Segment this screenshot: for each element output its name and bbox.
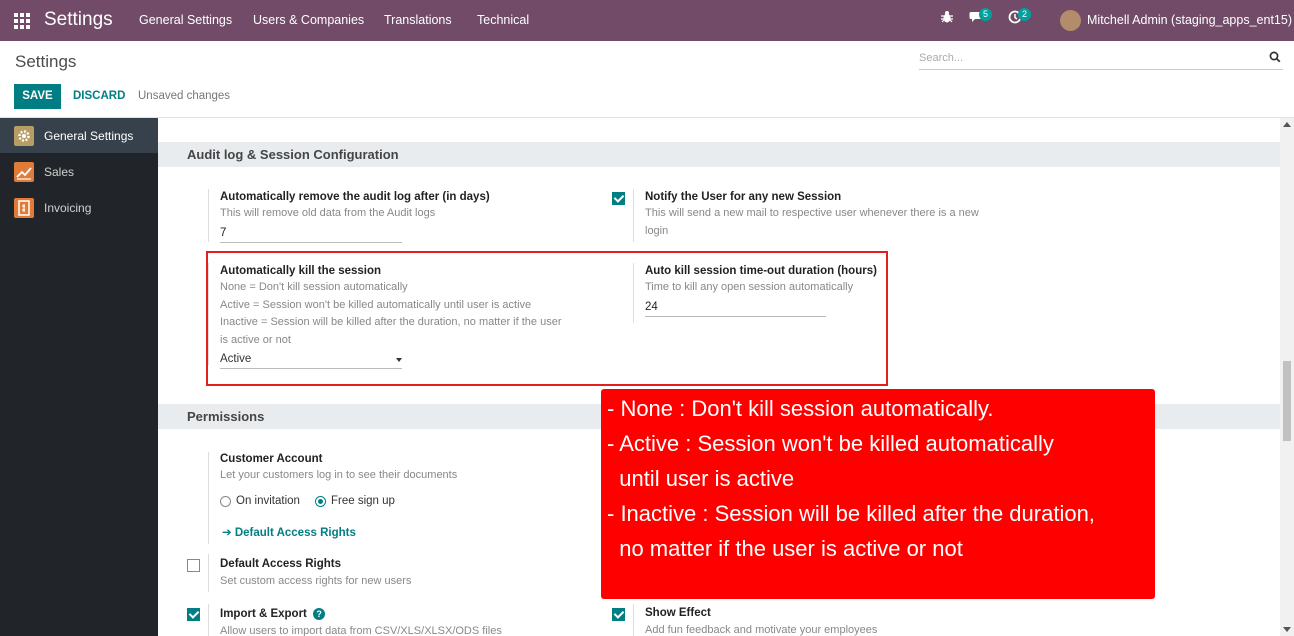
menu-translations[interactable]: Translations xyxy=(384,13,452,27)
setting-description: Set custom access rights for new users xyxy=(220,575,412,587)
divider xyxy=(633,604,634,636)
messages-badge: 5 xyxy=(979,8,993,21)
divider xyxy=(208,189,209,242)
setting-title: Auto kill session time-out duration (hou… xyxy=(645,265,877,277)
chevron-down-icon xyxy=(396,358,402,362)
content-scrollbar[interactable] xyxy=(1280,118,1294,636)
setting-title: Automatically kill the session xyxy=(220,265,382,277)
setting-description: Inactive = Session will be killed after … xyxy=(220,316,562,328)
setting-description: login xyxy=(645,225,669,237)
setting-title: Automatically remove the audit log after… xyxy=(220,191,490,203)
radio-on-invitation[interactable] xyxy=(220,496,231,507)
callout-line: no matter if the user is active or not xyxy=(607,536,963,561)
setting-description: is active or not xyxy=(220,334,291,346)
menu-technical[interactable]: Technical xyxy=(477,13,529,27)
user-avatar[interactable] xyxy=(1060,10,1081,31)
kill-session-selected-value: Active xyxy=(220,353,252,365)
scroll-up-arrow-icon[interactable] xyxy=(1283,122,1291,127)
annotation-callout: - None : Don't kill session automaticall… xyxy=(601,389,1155,599)
setting-description: Active = Session won't be killed automat… xyxy=(220,299,532,311)
divider xyxy=(633,263,634,323)
divider xyxy=(633,189,634,242)
divider xyxy=(208,554,209,592)
setting-description: Add fun feedback and motivate your emplo… xyxy=(645,624,878,636)
scroll-down-arrow-icon[interactable] xyxy=(1283,627,1291,632)
radio-free-signup[interactable] xyxy=(315,496,326,507)
arrow-right-icon: ➔ xyxy=(222,527,232,539)
import-export-checkbox[interactable] xyxy=(187,608,200,621)
search-input[interactable] xyxy=(919,48,1259,68)
save-button[interactable]: SAVE xyxy=(14,84,61,109)
search-icon[interactable] xyxy=(1269,51,1281,63)
setting-description: Let your customers log in to see their d… xyxy=(220,469,458,481)
setting-description: None = Don't kill session automatically xyxy=(220,281,408,293)
setting-description: This will remove old data from the Audit… xyxy=(220,207,436,219)
user-menu[interactable]: Mitchell Admin (staging_apps_ent15) xyxy=(1087,13,1292,27)
section-title: Audit log & Session Configuration xyxy=(187,147,399,162)
activities-icon[interactable]: 2 xyxy=(1008,8,1032,27)
default-access-checkbox[interactable] xyxy=(187,559,200,572)
sidebar-item-label: Invoicing xyxy=(44,201,92,215)
setting-description: Allow users to import data from CSV/XLS/… xyxy=(220,625,502,636)
setting-description: Time to kill any open session automatica… xyxy=(645,281,854,293)
invoice-icon xyxy=(14,198,34,218)
scrollbar-thumb[interactable] xyxy=(1283,361,1291,441)
divider xyxy=(208,452,209,544)
radio-label: Free sign up xyxy=(331,495,395,507)
activities-badge: 2 xyxy=(1018,8,1032,21)
messages-icon[interactable]: 5 xyxy=(969,8,993,27)
callout-line: - Inactive : Session will be killed afte… xyxy=(607,501,1095,526)
sidebar-item-invoicing[interactable]: Invoicing xyxy=(0,190,158,225)
timeout-hours-input[interactable]: 24 xyxy=(645,298,826,317)
setting-title: Customer Account xyxy=(220,453,323,465)
sidebar-item-general-settings[interactable]: General Settings xyxy=(0,118,158,153)
audit-log-days-input[interactable]: 7 xyxy=(220,224,402,243)
app-brand[interactable]: Settings xyxy=(44,9,113,31)
callout-line: until user is active xyxy=(607,466,795,491)
divider xyxy=(208,604,209,636)
section-title: Permissions xyxy=(187,409,265,424)
gear-icon xyxy=(14,126,34,146)
radio-label: On invitation xyxy=(236,495,300,507)
sidebar-item-sales[interactable]: Sales xyxy=(0,154,158,189)
menu-users-companies[interactable]: Users & Companies xyxy=(253,13,364,27)
setting-title: Default Access Rights xyxy=(220,558,341,570)
top-navbar: Settings General Settings Users & Compan… xyxy=(0,0,1294,41)
kill-session-select[interactable]: Active xyxy=(220,350,402,369)
apps-menu-icon[interactable] xyxy=(14,13,30,29)
chart-icon xyxy=(14,162,34,182)
show-effect-checkbox[interactable] xyxy=(612,608,625,621)
sidebar-item-label: General Settings xyxy=(44,129,134,143)
unsaved-changes-label: Unsaved changes xyxy=(138,90,231,102)
section-header-audit: Audit log & Session Configuration xyxy=(158,142,1280,167)
default-access-rights-link[interactable]: ➔ Default Access Rights xyxy=(222,525,356,539)
divider xyxy=(208,263,209,365)
notify-session-checkbox[interactable] xyxy=(612,192,625,205)
help-icon[interactable]: ? xyxy=(313,608,326,620)
sidebar-item-label: Sales xyxy=(44,165,75,179)
setting-title: Show Effect xyxy=(645,607,711,619)
callout-line: - None : Don't kill session automaticall… xyxy=(607,396,994,421)
debug-bug-icon[interactable] xyxy=(940,10,954,27)
menu-general-settings[interactable]: General Settings xyxy=(139,13,232,27)
callout-line: - Active : Session won't be killed autom… xyxy=(607,431,1054,456)
setting-description: This will send a new mail to respective … xyxy=(645,207,979,219)
page-title: Settings xyxy=(15,52,77,71)
settings-sidebar: General Settings Sales Invoicing xyxy=(0,118,158,636)
discard-button[interactable]: DISCARD xyxy=(73,90,125,102)
search-box xyxy=(919,48,1283,70)
setting-title: Notify the User for any new Session xyxy=(645,191,842,203)
setting-title: Import & Export ? xyxy=(220,608,326,620)
